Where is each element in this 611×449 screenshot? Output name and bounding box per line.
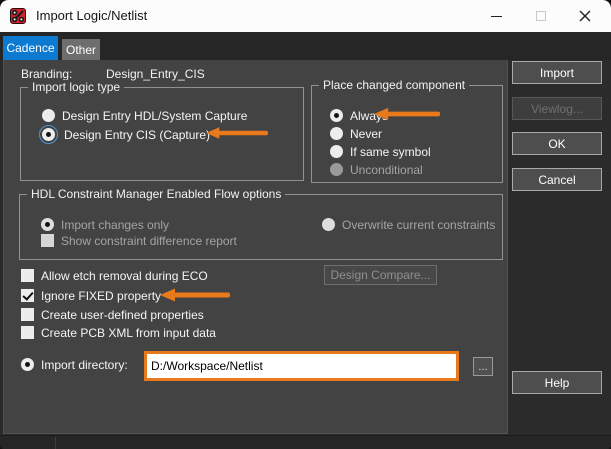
group-place-changed-title: Place changed component <box>319 78 469 92</box>
branding-label: Branding: <box>21 67 72 81</box>
radio-icon <box>42 109 55 122</box>
radio-if-same-symbol[interactable]: If same symbol <box>330 144 431 159</box>
allegro-app-icon <box>10 8 26 24</box>
checkbox-create-pcb-xml[interactable]: Create PCB XML from input data <box>21 325 216 340</box>
group-hdl-flow-options: HDL Constraint Manager Enabled Flow opti… <box>19 194 503 260</box>
viewlog-button: Viewlog... <box>512 97 602 120</box>
checkbox-icon <box>41 234 54 247</box>
browse-button[interactable]: ... <box>473 357 493 376</box>
maximize-icon <box>536 11 546 21</box>
help-button[interactable]: Help <box>512 371 602 394</box>
radio-icon-selected <box>330 109 343 122</box>
group-place-changed-component: Place changed component Always Never If … <box>311 85 503 183</box>
status-bar <box>0 435 611 449</box>
radio-design-entry-cis[interactable]: Design Entry CIS (Capture) <box>42 127 210 142</box>
radio-import-changes-only: Import changes only <box>41 217 169 232</box>
import-button[interactable]: Import <box>512 61 602 84</box>
import-directory-highlight <box>144 351 459 381</box>
radio-icon-selected <box>41 218 54 231</box>
radio-design-entry-hdl[interactable]: Design Entry HDL/System Capture <box>42 108 247 123</box>
radio-icon-selected <box>21 358 34 371</box>
minimize-icon <box>491 16 502 17</box>
checkbox-icon <box>21 269 34 282</box>
titlebar: Import Logic/Netlist <box>0 0 611 32</box>
radio-never[interactable]: Never <box>330 126 382 141</box>
tab-cadence[interactable]: Cadence <box>3 36 58 60</box>
radio-icon <box>330 145 343 158</box>
maximize-button <box>526 0 556 32</box>
group-import-logic-type: Import logic type Design Entry HDL/Syste… <box>20 87 304 181</box>
status-bar-divider <box>55 437 56 449</box>
radio-icon <box>322 218 335 231</box>
cadence-tab-page: Branding: Design_Entry_CIS Import logic … <box>3 60 508 434</box>
design-compare-button: Design Compare... <box>324 265 437 285</box>
group-hdl-flow-title: HDL Constraint Manager Enabled Flow opti… <box>27 187 285 201</box>
radio-icon-disabled <box>330 163 343 176</box>
import-directory-input[interactable] <box>147 354 456 378</box>
import-logic-netlist-dialog: Import Logic/Netlist Cadence Other Brand… <box>0 0 611 449</box>
cancel-button[interactable]: Cancel <box>512 168 602 191</box>
tab-other[interactable]: Other <box>62 39 100 60</box>
group-import-logic-type-title: Import logic type <box>28 80 124 94</box>
annotation-arrow-ignore-fixed <box>159 287 231 303</box>
radio-always[interactable]: Always <box>330 108 388 123</box>
checkbox-create-user-defined[interactable]: Create user-defined properties <box>21 307 204 322</box>
tab-bar: Cadence Other <box>0 32 611 60</box>
ok-button[interactable]: OK <box>512 132 602 155</box>
close-button[interactable] <box>570 0 600 32</box>
radio-import-directory[interactable]: Import directory: <box>21 357 128 372</box>
minimize-button[interactable] <box>481 0 511 32</box>
branding-value: Design_Entry_CIS <box>106 67 205 81</box>
radio-icon <box>330 127 343 140</box>
window-title: Import Logic/Netlist <box>36 0 147 32</box>
checkbox-icon-checked <box>21 289 34 302</box>
checkbox-ignore-fixed-property[interactable]: Ignore FIXED property <box>21 288 161 303</box>
checkbox-allow-etch-removal[interactable]: Allow etch removal during ECO <box>21 268 208 283</box>
radio-icon-selected <box>42 128 55 141</box>
close-icon <box>579 10 591 22</box>
checkbox-show-constraint-diff: Show constraint difference report <box>41 233 237 248</box>
checkbox-icon <box>21 308 34 321</box>
radio-unconditional: Unconditional <box>330 162 423 177</box>
radio-overwrite-constraints: Overwrite current constraints <box>322 217 495 232</box>
checkbox-icon <box>21 326 34 339</box>
